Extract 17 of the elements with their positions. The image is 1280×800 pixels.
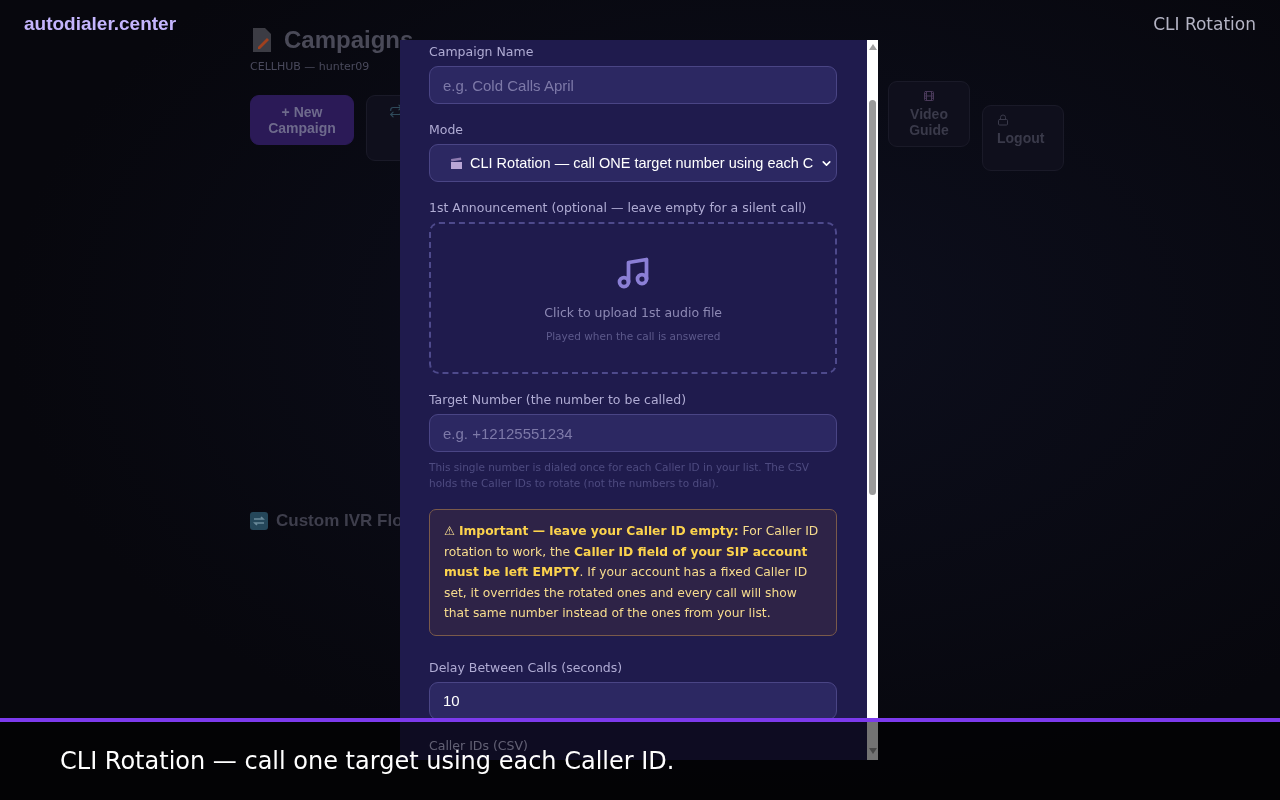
field-label: Delay Between Calls (seconds) xyxy=(429,659,624,675)
upload-dropzone[interactable]: Click to upload 1st audio file Played when the call is answered xyxy=(429,222,838,374)
upload-hint: Played when the call is answered xyxy=(545,329,721,342)
warning-note: ⚠ Important — leave your Caller ID empty: For Caller ID rotation to work, the Caller ID field of your SIP account must be left EMPTY. If your account has a fixed Caller ID set, it overrides the rotated ones and every call will show that same number instead of the ones from your list. xyxy=(429,509,838,636)
input-field[interactable]: e.g. +12125551234 xyxy=(429,414,838,452)
input-field[interactable]: e.g. Cold Calls April xyxy=(429,66,838,104)
section-label: CLI Rotation xyxy=(1153,14,1256,34)
new-campaign-button[interactable]: + New Campaign xyxy=(250,95,354,145)
page-subtitle: CELLHUB — hunter09 xyxy=(250,60,371,73)
field-label: Campaign Name xyxy=(429,44,535,59)
field-label: Mode xyxy=(429,122,465,137)
brand-name: autodialer.center xyxy=(24,13,177,35)
field-label: 1st Announcement (optional — leave empty for a silent call) xyxy=(429,200,808,215)
field-label: Target Number (the number to be called) xyxy=(429,392,688,407)
mode-select[interactable]: CLI Rotation — call ONE target number using each C xyxy=(429,144,838,182)
upload-title: Click to upload 1st audio file xyxy=(544,304,723,320)
input-field[interactable]: 10 xyxy=(429,681,838,720)
